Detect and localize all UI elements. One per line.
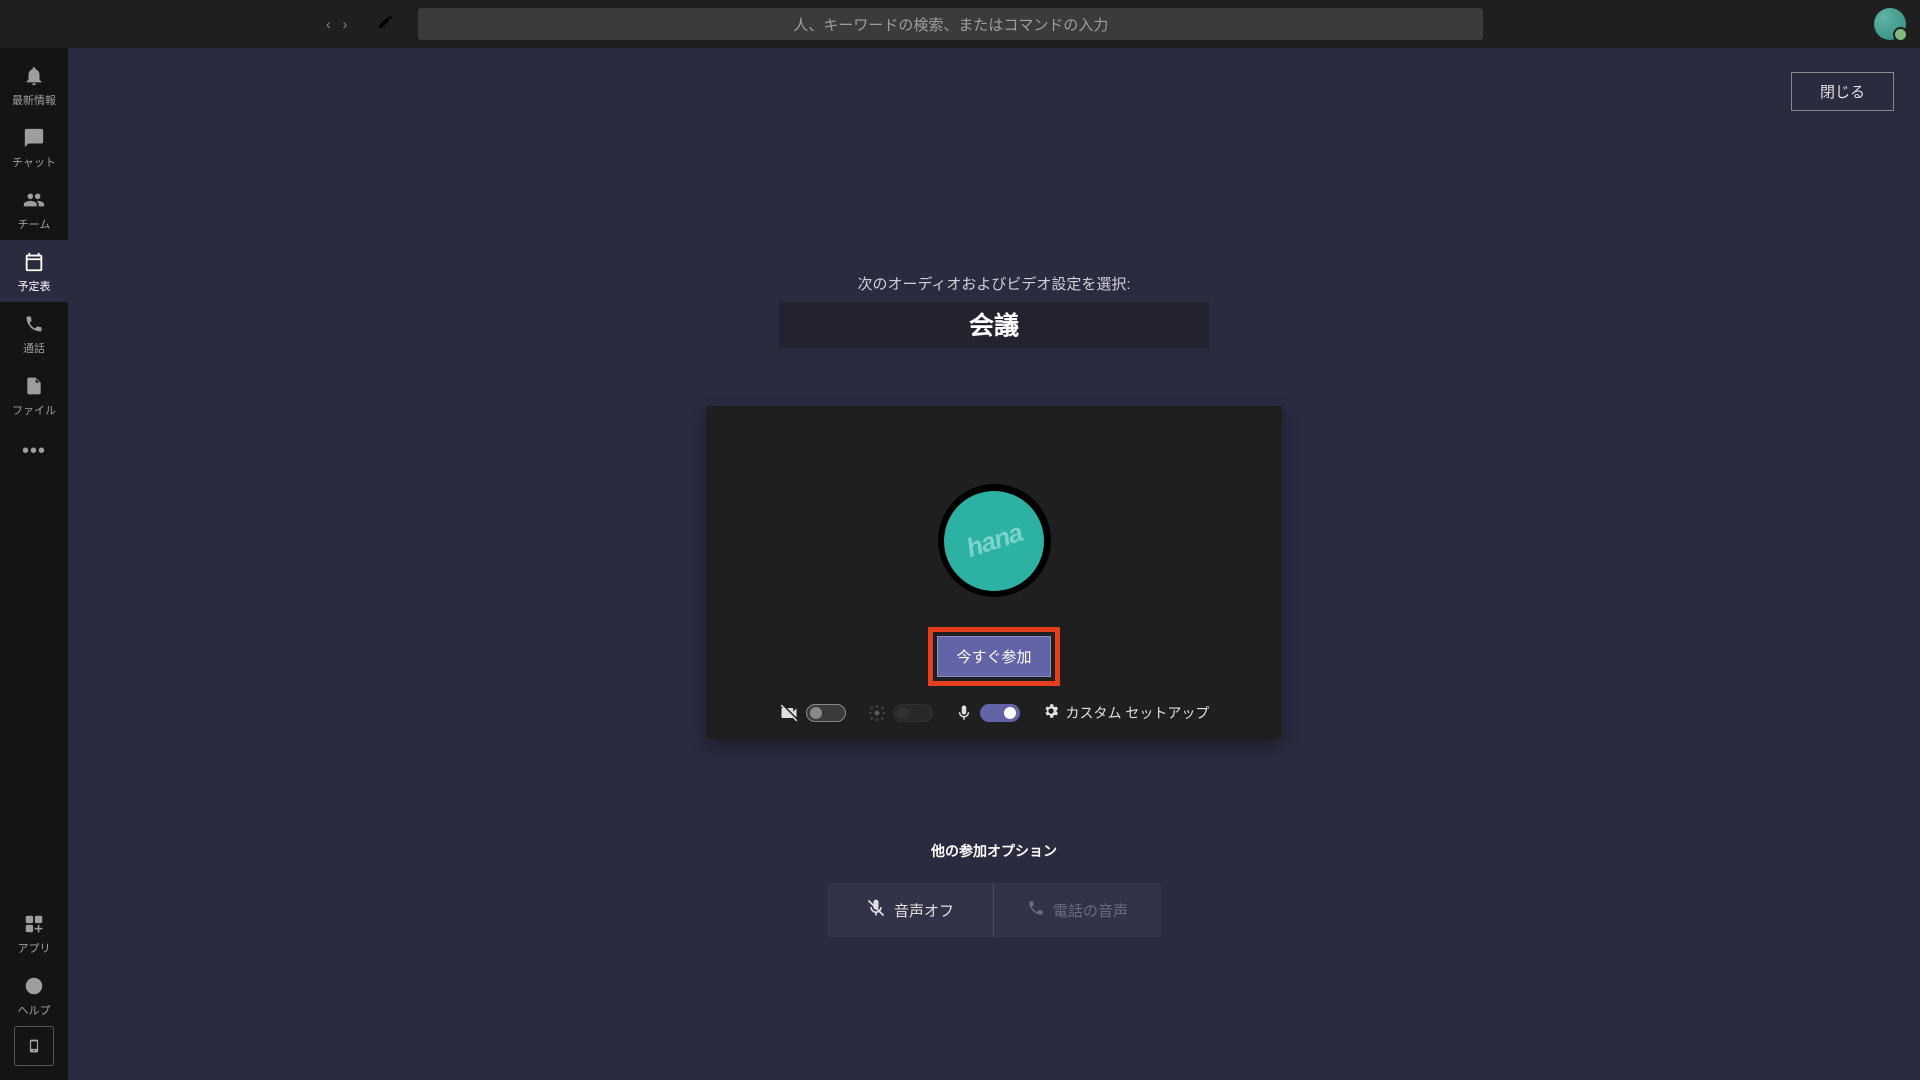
mic-control <box>955 704 1020 722</box>
audio-off-icon <box>866 898 886 922</box>
join-highlight: 今すぐ参加 <box>928 627 1059 686</box>
rail-teams[interactable]: チーム <box>0 178 68 240</box>
rail-apps[interactable]: アプリ <box>0 902 68 964</box>
rail-label: 予定表 <box>18 278 51 294</box>
user-avatar[interactable] <box>1874 8 1906 40</box>
rail-files[interactable]: ファイル <box>0 364 68 426</box>
close-button[interactable]: 閉じる <box>1791 72 1894 111</box>
teams-icon <box>22 188 46 212</box>
rail-label: 通話 <box>23 340 45 356</box>
phone-icon <box>1027 899 1045 921</box>
rail-label: ファイル <box>12 402 56 418</box>
rail-calendar[interactable]: 予定表 <box>0 240 68 302</box>
file-icon <box>22 374 46 398</box>
custom-setup-label: カスタム セットアップ <box>1066 703 1210 723</box>
help-icon <box>22 974 46 998</box>
camera-toggle[interactable] <box>806 704 846 722</box>
other-options-title: 他の参加オプション <box>931 841 1057 861</box>
audio-off-label: 音声オフ <box>894 900 954 921</box>
bell-icon <box>22 64 46 88</box>
rail-label: チャット <box>12 154 56 170</box>
rail-label: ヘルプ <box>18 1002 51 1018</box>
audio-off-button[interactable]: 音声オフ <box>827 883 994 937</box>
nav-back-icon[interactable]: ‹ <box>326 16 331 32</box>
meeting-title[interactable]: 会議 <box>779 302 1209 348</box>
nav-forward-icon[interactable]: › <box>343 16 348 32</box>
top-bar: ‹ › 人、キーワードの検索、またはコマンドの入力 <box>0 0 1920 48</box>
camera-control <box>779 703 846 723</box>
camera-off-icon <box>779 703 799 723</box>
av-prompt: 次のオーディオおよびビデオ設定を選択: <box>857 273 1130 294</box>
compose-icon[interactable] <box>377 13 394 35</box>
rail-label: チーム <box>18 216 51 232</box>
chat-icon <box>22 126 46 150</box>
blur-toggle <box>893 704 933 722</box>
avatar: hana <box>938 484 1051 597</box>
phone-icon <box>22 312 46 336</box>
apps-icon <box>22 912 46 936</box>
rail-activity[interactable]: 最新情報 <box>0 54 68 116</box>
gear-icon <box>1042 702 1060 723</box>
mic-toggle[interactable] <box>980 704 1020 722</box>
join-now-button[interactable]: 今すぐ参加 <box>937 636 1050 677</box>
phone-audio-label: 電話の音声 <box>1053 900 1128 921</box>
blur-icon <box>868 704 886 722</box>
rail-help[interactable]: ヘルプ <box>0 964 68 1026</box>
avatar-text: hana <box>962 517 1025 564</box>
search-input[interactable]: 人、キーワードの検索、またはコマンドの入力 <box>418 8 1483 40</box>
rail-more[interactable]: ••• <box>22 426 46 477</box>
calendar-icon <box>22 250 46 274</box>
app-rail: 最新情報 チャット チーム 予定表 通話 <box>0 48 68 1080</box>
blur-control <box>868 704 933 722</box>
rail-label: 最新情報 <box>12 92 56 108</box>
mic-icon <box>955 704 973 722</box>
rail-mobile[interactable] <box>14 1026 54 1066</box>
content-area: 閉じる 次のオーディオおよびビデオ設定を選択: 会議 hana 今すぐ参加 <box>68 48 1920 1080</box>
preview-card: hana 今すぐ参加 <box>706 406 1282 739</box>
rail-calls[interactable]: 通話 <box>0 302 68 364</box>
rail-chat[interactable]: チャット <box>0 116 68 178</box>
custom-setup-link[interactable]: カスタム セットアップ <box>1042 702 1210 723</box>
phone-audio-button[interactable]: 電話の音声 <box>994 883 1161 937</box>
rail-label: アプリ <box>18 940 51 956</box>
